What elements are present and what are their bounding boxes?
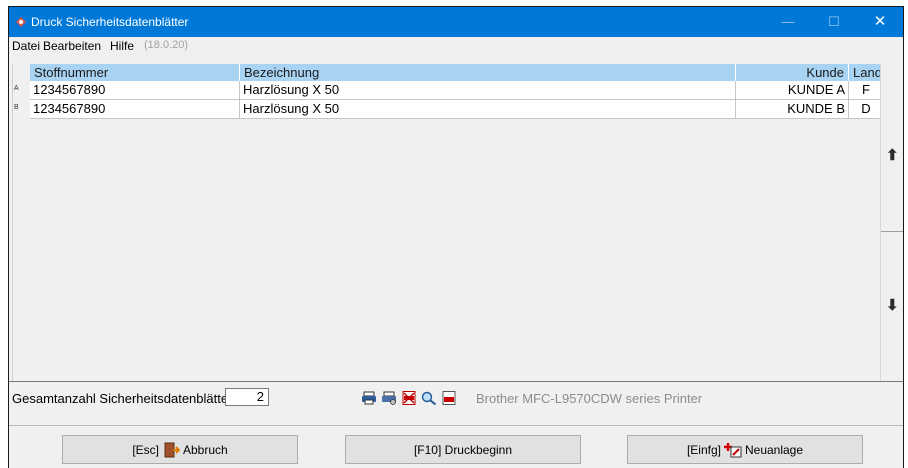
column-header-stoffnummer[interactable]: Stoffnummer [30,64,240,81]
cell-kunde[interactable]: KUNDE A [736,81,849,100]
column-header-bezeichnung[interactable]: Bezeichnung [240,64,736,81]
scroll-up-icon[interactable]: ⬆ [886,146,899,164]
menu-datei[interactable]: Datei [12,39,40,53]
pdf-cancel-icon[interactable] [401,391,417,405]
menu-hilfe[interactable]: Hilfe [110,39,134,53]
cell-land[interactable]: F [849,81,884,100]
exit-door-icon [164,442,180,457]
cell-stoffnummer[interactable]: 1234567890 [30,81,240,100]
menu-bearbeiten[interactable]: Bearbeiten [43,39,101,53]
menu-bar: Datei Bearbeiten Hilfe (18.0.20) [9,37,903,55]
scroll-divider [881,231,903,232]
cell-bezeichnung[interactable]: Harzlösung X 50 [240,100,736,119]
cell-stoffnummer[interactable]: 1234567890 [30,100,240,119]
printer-name[interactable]: Brother MFC-L9570CDW series Printer [476,391,702,406]
column-header-kunde[interactable]: Kunde [736,64,849,81]
total-count-field[interactable]: 2 [225,388,269,406]
window-title: Druck Sicherheitsdatenblätter [31,15,189,29]
new-entry-label: Neuanlage [744,442,804,457]
row-marker: B [14,104,19,111]
cancel-button[interactable]: [Esc] Abbruch [62,435,298,464]
scroll-down-icon[interactable]: ⬇ [886,296,899,314]
divider [9,425,903,426]
printer-settings-icon[interactable] [381,391,397,405]
vertical-scrollbar[interactable]: ⬆ ⬇ [880,64,903,381]
column-header-land[interactable]: Land [849,64,884,81]
app-icon [16,17,26,27]
title-bar[interactable]: Druck Sicherheitsdatenblätter — ☐ ✕ [9,7,903,37]
cell-land[interactable]: D [849,100,884,119]
new-entry-key-label: [Einfg] [686,442,721,457]
total-label: Gesamtanzahl Sicherheitsdatenblätter [12,391,233,406]
cancel-label: Abbruch [182,442,228,457]
print-preview-icon[interactable] [421,391,437,405]
maximize-button[interactable]: ☐ [811,7,857,37]
version-label: (18.0.20) [144,39,189,51]
start-print-button[interactable]: [F10] Druckbeginn [345,435,581,464]
table-row[interactable]: A 1234567890 Harzlösung X 50 KUNDE A F [13,81,884,100]
pdf-icon[interactable] [441,391,457,405]
minimize-button[interactable]: — [765,7,811,37]
printer-icon[interactable] [361,391,377,405]
start-print-label: [F10] Druckbeginn [413,442,513,457]
app-window: Druck Sicherheitsdatenblätter — ☐ ✕ Date… [8,6,904,468]
close-button[interactable]: ✕ [857,7,903,37]
new-entry-button[interactable]: [Einfg] Neuanlage [627,435,863,464]
data-grid[interactable]: Stoffnummer Bezeichnung Kunde Land A 123… [12,64,884,381]
table-row[interactable]: B 1234567890 Harzlösung X 50 KUNDE B D [13,100,884,119]
divider [9,381,903,382]
add-new-icon [723,442,742,457]
cell-bezeichnung[interactable]: Harzlösung X 50 [240,81,736,100]
cell-kunde[interactable]: KUNDE B [736,100,849,119]
row-marker: A [14,85,19,92]
cancel-key-label: [Esc] [132,442,159,457]
